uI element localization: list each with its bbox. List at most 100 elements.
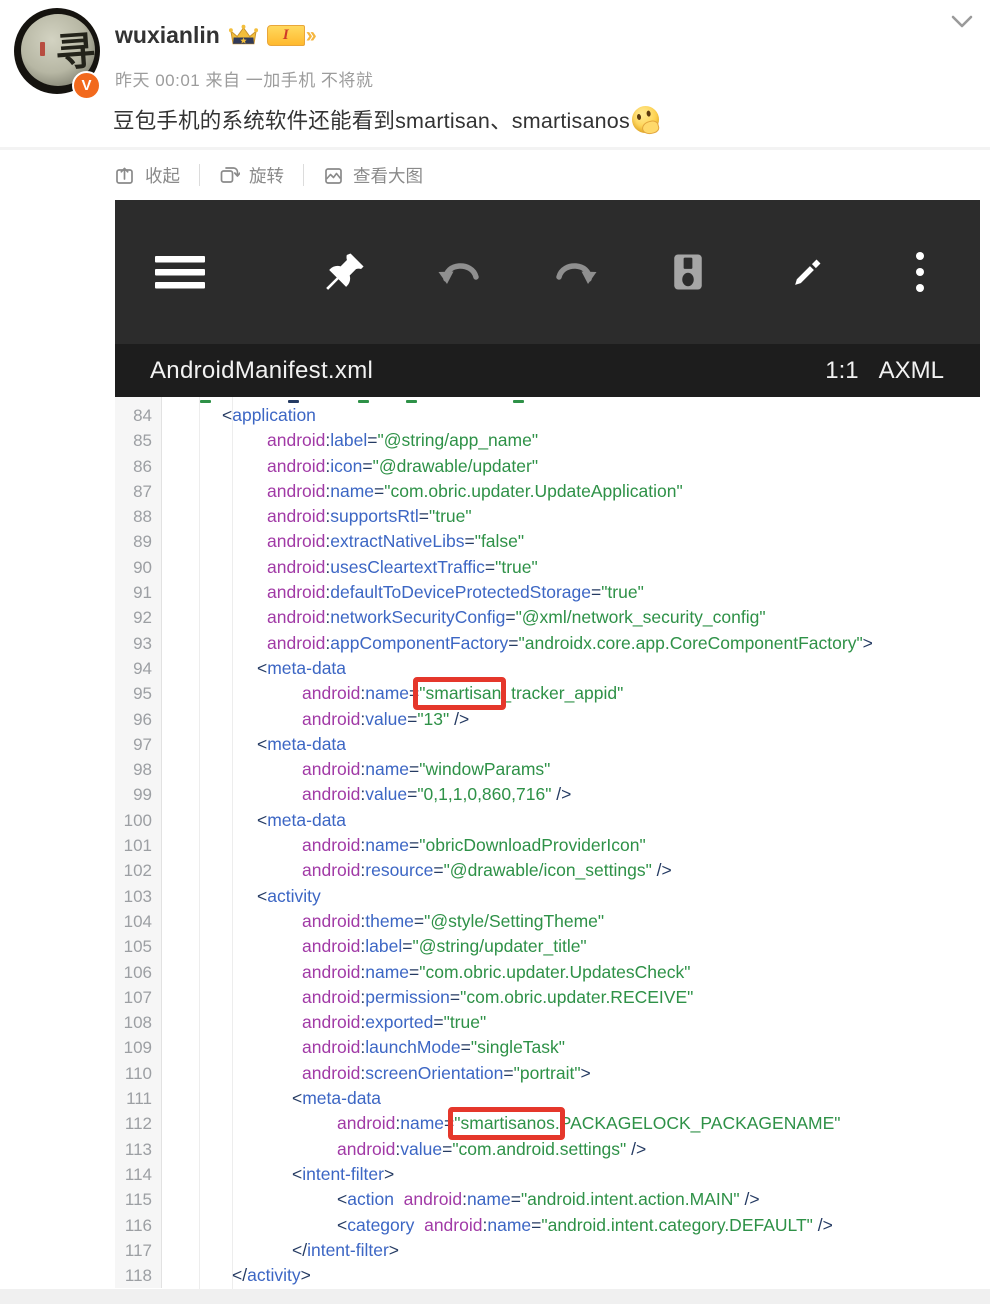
- line-number: 105: [115, 934, 162, 960]
- code-text: android:supportsRtl="true": [267, 506, 472, 527]
- code-line: 91 android:defaultToDeviceProtectedStorag…: [115, 580, 980, 606]
- code-line: 113 android:value="com.android.settings" …: [115, 1136, 980, 1162]
- code-line: 106 android:name="com.obric.updater.Updat…: [115, 959, 980, 985]
- code-line: 104 android:theme="@style/SettingTheme": [115, 908, 980, 935]
- line-number: 114: [115, 1161, 162, 1188]
- code-line: 84 <application: [115, 403, 980, 429]
- action-divider: [199, 164, 200, 186]
- pin-icon[interactable]: [313, 200, 377, 344]
- code-text: android:name="obricDownloadProviderIcon": [302, 835, 646, 856]
- line-number: 110: [115, 1060, 162, 1087]
- line-number: 102: [115, 858, 162, 884]
- weibo-post-page: 寻 V wuxianlin I ›› 昨天 00:01 来自 一加手机 不将就 …: [0, 0, 990, 1304]
- post-text-row: 豆包手机的系统软件还能看到smartisan、smartisanos: [113, 104, 659, 135]
- user-name-row: wuxianlin I ››: [115, 22, 317, 49]
- line-number: 100: [115, 807, 162, 834]
- code-line: 98 android:name="windowParams": [115, 757, 980, 783]
- line-number: 104: [115, 908, 162, 935]
- redo-icon[interactable]: [543, 200, 607, 344]
- code-text: android:theme="@style/SettingTheme": [302, 910, 605, 931]
- code-text: android:networkSecurityConfig="@xml/netw…: [267, 607, 766, 628]
- code-text: android:name="windowParams": [302, 759, 551, 780]
- code-text: <meta-data: [257, 733, 347, 754]
- line-number: 108: [115, 1010, 162, 1036]
- code-text: android:name="com.obric.updater.UpdatesC…: [302, 961, 691, 982]
- line-number: 116: [115, 1212, 162, 1238]
- line-number: 92: [115, 605, 162, 631]
- username[interactable]: wuxianlin: [115, 22, 220, 49]
- edit-icon[interactable]: [776, 200, 840, 344]
- section-divider: [0, 147, 990, 150]
- code-line: 105 android:label="@string/updater_title": [115, 934, 980, 960]
- line-number: 113: [115, 1136, 162, 1162]
- red-highlight-box: "smartisanos.: [454, 1113, 560, 1134]
- line-number: 85: [115, 428, 162, 454]
- collapse-icon: [116, 167, 133, 184]
- line-number: 96: [115, 706, 162, 732]
- zoom-level: 1:1: [825, 356, 859, 384]
- post-image-axml-viewer[interactable]: AndroidManifest.xml 1:1 AXML 84 <applicat…: [115, 200, 980, 1289]
- action-divider: [303, 164, 304, 186]
- code-line: 111 <meta-data: [115, 1086, 980, 1112]
- code-line: 101 android:name="obricDownloadProviderIc…: [115, 833, 980, 859]
- code-line: 107 android:permission="com.obric.updater…: [115, 984, 980, 1011]
- line-number: 89: [115, 529, 162, 555]
- chevron-down-icon[interactable]: [948, 10, 976, 34]
- code-line: 116 <category android:name="android.inten…: [115, 1212, 980, 1238]
- code-text: <category android:name="android.intent.c…: [337, 1214, 833, 1235]
- verified-badge: V: [72, 71, 101, 100]
- code-line: 90 android:usesCleartextTraffic="true": [115, 554, 980, 581]
- file-title: AndroidManifest.xml: [150, 356, 374, 384]
- code-text: </activity>: [232, 1265, 311, 1286]
- line-number: 91: [115, 580, 162, 606]
- line-number: 117: [115, 1237, 162, 1264]
- code-text: <activity: [257, 885, 321, 906]
- post-meta: 昨天 00:01 来自 一加手机 不将就: [115, 71, 374, 90]
- line-number: 98: [115, 757, 162, 783]
- line-number: 84: [115, 403, 162, 429]
- code-line: 118 </activity>: [115, 1263, 980, 1289]
- code-text: <meta-data: [257, 657, 347, 678]
- code-line: 109 android:launchMode="singleTask": [115, 1035, 980, 1061]
- code-line: 102 android:resource="@drawable/icon_sett…: [115, 858, 980, 884]
- code-line: 94 <meta-data: [115, 655, 980, 682]
- rotate-icon: [220, 166, 240, 183]
- more-icon[interactable]: [888, 200, 952, 344]
- code-line: 92 android:networkSecurityConfig="@xml/ne…: [115, 605, 980, 631]
- view-large-icon: [325, 167, 342, 184]
- code-text: android:value="13" />: [302, 708, 470, 729]
- code-line: 112 android:name="smartisanos.PACKAGELOCK…: [115, 1111, 980, 1137]
- code-line: 97 <meta-data: [115, 731, 980, 758]
- level-badge-value: I: [266, 25, 305, 46]
- undo-icon[interactable]: [428, 200, 492, 344]
- menu-icon[interactable]: [148, 200, 212, 344]
- line-number: 118: [115, 1263, 162, 1289]
- view-large-button[interactable]: 查看大图: [323, 163, 423, 188]
- post-text: 豆包手机的系统软件还能看到smartisan、smartisanos: [113, 109, 630, 133]
- code-lines: 84 <application 85 android:label="@string/a…: [115, 397, 980, 1289]
- code-text: </intent-filter>: [292, 1239, 400, 1260]
- save-icon[interactable]: [656, 200, 720, 344]
- code-text: android:name="smartisan_tracker_appid": [302, 683, 624, 704]
- view-large-label: 查看大图: [353, 165, 423, 186]
- code-text: android:permission="com.obric.updater.RE…: [302, 986, 694, 1007]
- rotate-button[interactable]: 旋转: [219, 163, 284, 188]
- code-text: android:name="com.obric.updater.UpdateAp…: [267, 480, 683, 501]
- line-number: 115: [115, 1187, 162, 1213]
- collapse-button[interactable]: 收起: [115, 163, 180, 188]
- level-badge: I ››: [266, 25, 317, 46]
- line-number: 88: [115, 504, 162, 530]
- viewer-toolbar: [115, 200, 980, 344]
- code-line: 85 android:label="@string/app_name": [115, 428, 980, 454]
- line-number: 94: [115, 655, 162, 682]
- code-text: android:appComponentFactory="androidx.co…: [267, 632, 873, 653]
- code-text: <meta-data: [292, 1088, 382, 1109]
- code-text: android:usesCleartextTraffic="true": [267, 556, 538, 577]
- thinking-emoji: [631, 106, 659, 133]
- code-text: android:extractNativeLibs="false": [267, 531, 525, 552]
- code-text: android:value="com.android.settings" />: [337, 1138, 647, 1159]
- code-line: 110 android:screenOrientation="portrait">: [115, 1060, 980, 1087]
- line-number: 103: [115, 883, 162, 909]
- line-number: 101: [115, 833, 162, 859]
- line-number: 106: [115, 959, 162, 985]
